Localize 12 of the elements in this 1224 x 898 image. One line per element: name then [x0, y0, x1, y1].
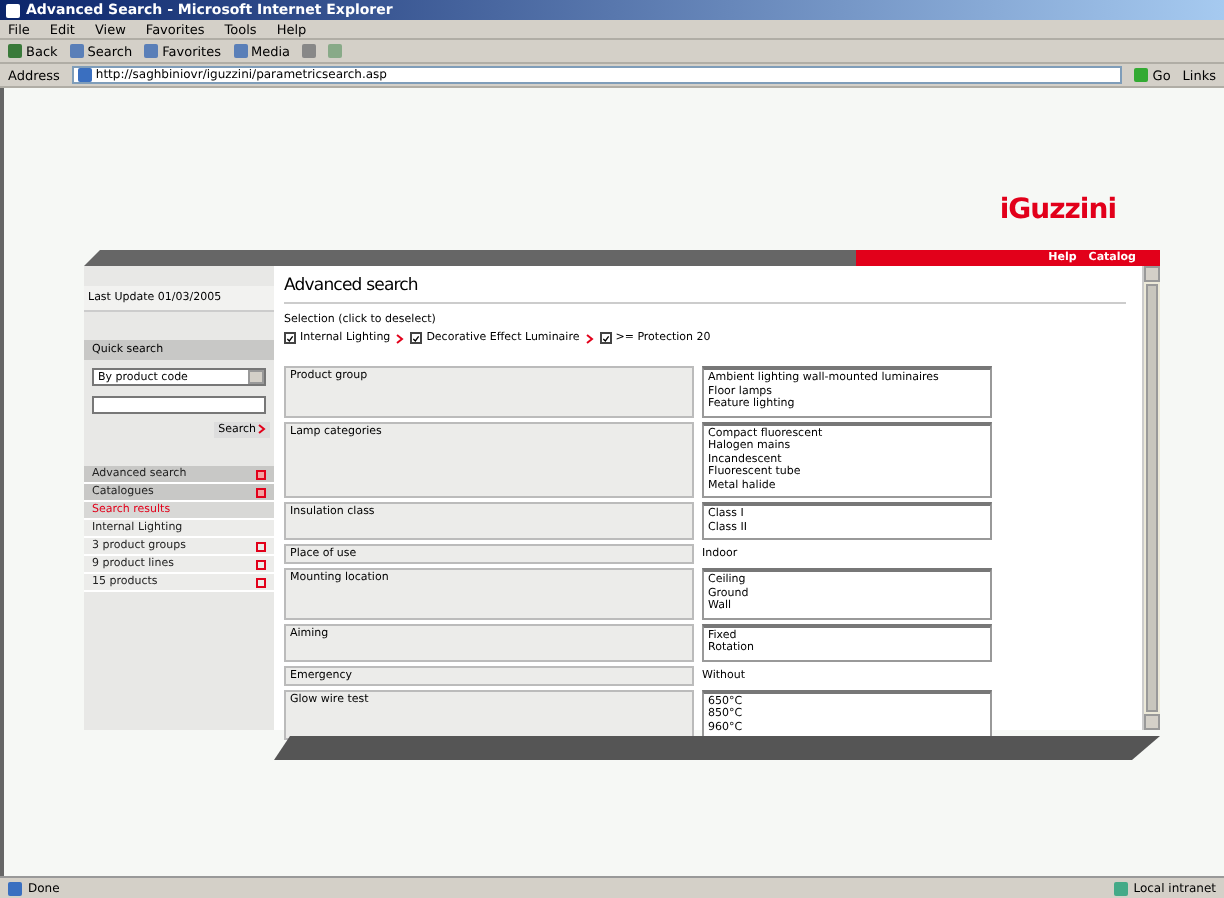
checkmark-icon [412, 333, 421, 343]
checkmark-icon [286, 333, 294, 343]
arrow-box-icon [256, 541, 266, 551]
logo: iGuzzini [999, 194, 1116, 226]
search-field[interactable] [92, 396, 266, 414]
arrow-box-icon [256, 487, 266, 497]
scrollbar[interactable] [1142, 266, 1160, 730]
checkmark-icon [601, 333, 610, 343]
arrow-box-icon [256, 559, 266, 569]
arrow-box-icon [256, 469, 266, 479]
page-title: Advanced search [284, 266, 1126, 304]
arrow-box-icon [256, 577, 266, 587]
